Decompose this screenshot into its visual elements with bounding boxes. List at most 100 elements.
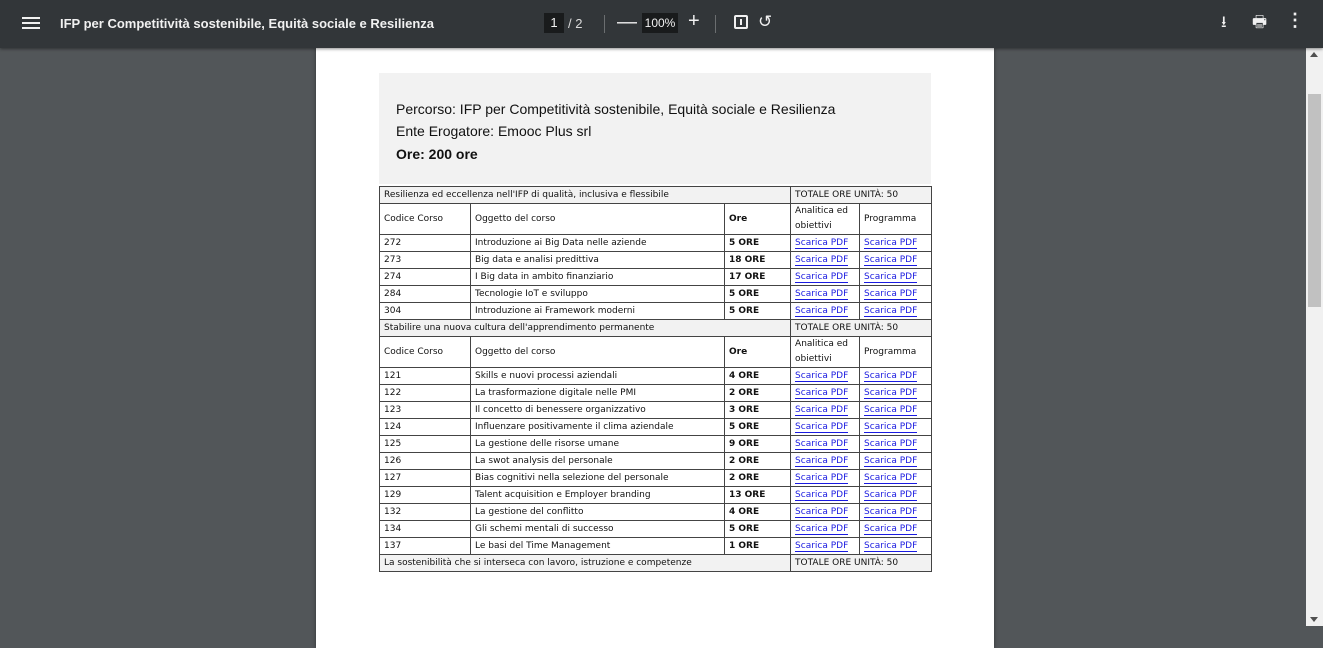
download-analytics-pdf-link[interactable]: Scarica PDF	[795, 507, 849, 518]
analytics-cell: Scarica PDF	[790, 469, 861, 487]
table-row: 127 Bias cognitivi nella selezione del pe…	[379, 469, 933, 487]
program-cell: Scarica PDF	[859, 503, 933, 521]
download-program-pdf-link[interactable]: Scarica PDF	[864, 490, 918, 501]
download-analytics-pdf-link[interactable]: Scarica PDF	[795, 371, 849, 382]
course-hours: 5 ORE	[723, 520, 792, 538]
download-analytics-pdf-link[interactable]: Scarica PDF	[795, 272, 849, 283]
course-code: 129	[379, 486, 471, 504]
course-hours: 5 ORE	[723, 418, 792, 436]
program-cell: Scarica PDF	[859, 251, 933, 269]
download-program-pdf-link[interactable]: Scarica PDF	[864, 456, 918, 467]
col-header-program: Programma	[859, 203, 933, 235]
download-program-pdf-link[interactable]: Scarica PDF	[864, 405, 918, 416]
course-table: Resilienza ed eccellenza nell'IFP di qua…	[378, 186, 933, 572]
course-subject: Tecnologie IoT e sviluppo	[470, 285, 725, 303]
program-cell: Scarica PDF	[859, 452, 933, 470]
download-program-pdf-link[interactable]: Scarica PDF	[864, 541, 918, 552]
download-program-pdf-link[interactable]: Scarica PDF	[864, 272, 918, 283]
course-subject: Talent acquisition e Employer branding	[470, 486, 725, 504]
col-header-program: Programma	[859, 336, 933, 368]
menu-icon[interactable]	[22, 14, 40, 34]
download-program-pdf-link[interactable]: Scarica PDF	[864, 422, 918, 433]
download-program-pdf-link[interactable]: Scarica PDF	[864, 306, 918, 317]
col-header-code: Codice Corso	[379, 203, 471, 235]
analytics-cell: Scarica PDF	[790, 503, 861, 521]
download-program-pdf-link[interactable]: Scarica PDF	[864, 371, 918, 382]
download-analytics-pdf-link[interactable]: Scarica PDF	[795, 289, 849, 300]
scroll-down-arrow-icon[interactable]	[1310, 617, 1318, 622]
print-icon[interactable]: 🖶	[1252, 11, 1267, 38]
course-code: 304	[379, 302, 471, 320]
download-analytics-pdf-link[interactable]: Scarica PDF	[795, 422, 849, 433]
course-hours: 4 ORE	[723, 367, 792, 385]
download-analytics-pdf-link[interactable]: Scarica PDF	[795, 439, 849, 450]
course-subject: La trasformazione digitale nelle PMI	[470, 384, 725, 402]
program-cell: Scarica PDF	[859, 520, 933, 538]
program-cell: Scarica PDF	[859, 234, 933, 252]
table-row: 304 Introduzione ai Framework moderni 5 OR…	[379, 302, 933, 320]
download-analytics-pdf-link[interactable]: Scarica PDF	[795, 456, 849, 467]
course-path-title: Percorso: IFP per Competitività sostenib…	[396, 101, 836, 117]
download-analytics-pdf-link[interactable]: Scarica PDF	[795, 388, 849, 399]
download-program-pdf-link[interactable]: Scarica PDF	[864, 289, 918, 300]
analytics-cell: Scarica PDF	[790, 285, 861, 303]
download-analytics-pdf-link[interactable]: Scarica PDF	[795, 473, 849, 484]
fit-page-icon[interactable]	[734, 15, 748, 29]
more-options-icon[interactable]: ⋮	[1286, 10, 1304, 31]
course-subject: Introduzione ai Big Data nelle aziende	[470, 234, 725, 252]
course-hours: 5 ORE	[723, 285, 792, 303]
col-header-hours: Ore	[723, 203, 792, 235]
pdf-toolbar: IFP per Competitività sostenibile, Equit…	[0, 0, 1323, 48]
download-program-pdf-link[interactable]: Scarica PDF	[864, 507, 918, 518]
download-program-pdf-link[interactable]: Scarica PDF	[864, 388, 918, 399]
program-cell: Scarica PDF	[859, 435, 933, 453]
vertical-scrollbar[interactable]	[1306, 48, 1323, 626]
course-hours: 4 ORE	[723, 503, 792, 521]
download-program-pdf-link[interactable]: Scarica PDF	[864, 439, 918, 450]
section-row: Resilienza ed eccellenza nell'IFP di qua…	[378, 186, 933, 204]
download-program-pdf-link[interactable]: Scarica PDF	[864, 473, 918, 484]
analytics-cell: Scarica PDF	[790, 486, 861, 504]
course-subject: Skills e nuovi processi aziendali	[470, 367, 725, 385]
column-header-row: Codice Corso Oggetto del corso Ore Analitic…	[379, 336, 933, 368]
analytics-cell: Scarica PDF	[790, 384, 861, 402]
program-cell: Scarica PDF	[859, 285, 933, 303]
table-row: 122 La trasformazione digitale nelle PMI 2…	[379, 384, 933, 402]
course-subject: La gestione delle risorse umane	[470, 435, 725, 453]
rotate-icon[interactable]: ↺	[758, 12, 772, 32]
download-analytics-pdf-link[interactable]: Scarica PDF	[795, 490, 849, 501]
download-analytics-pdf-link[interactable]: Scarica PDF	[795, 238, 849, 249]
course-subject: Introduzione ai Framework moderni	[470, 302, 725, 320]
course-hours: 5 ORE	[723, 234, 792, 252]
course-code: 272	[379, 234, 471, 252]
download-program-pdf-link[interactable]: Scarica PDF	[864, 238, 918, 249]
course-code: 126	[379, 452, 471, 470]
course-hours: 13 ORE	[723, 486, 792, 504]
section-title: Stabilire una nuova cultura dell'apprend…	[378, 319, 792, 337]
course-hours: 3 ORE	[723, 401, 792, 419]
download-analytics-pdf-link[interactable]: Scarica PDF	[795, 306, 849, 317]
zoom-level-input[interactable]: 100%	[642, 13, 678, 33]
program-cell: Scarica PDF	[859, 302, 933, 320]
download-icon[interactable]: ⭳	[1221, 11, 1227, 38]
scrollbar-thumb[interactable]	[1308, 94, 1321, 307]
table-row: 272 Introduzione ai Big Data nelle aziend…	[379, 234, 933, 252]
download-analytics-pdf-link[interactable]: Scarica PDF	[795, 524, 849, 535]
download-analytics-pdf-link[interactable]: Scarica PDF	[795, 541, 849, 552]
col-header-subject: Oggetto del corso	[470, 203, 725, 235]
download-analytics-pdf-link[interactable]: Scarica PDF	[795, 255, 849, 266]
course-hours: 17 ORE	[723, 268, 792, 286]
download-program-pdf-link[interactable]: Scarica PDF	[864, 255, 918, 266]
course-code: 124	[379, 418, 471, 436]
course-hours: 2 ORE	[723, 469, 792, 487]
zoom-out-button[interactable]: —	[617, 10, 637, 34]
pdf-page: Percorso: IFP per Competitività sostenib…	[316, 48, 994, 648]
download-program-pdf-link[interactable]: Scarica PDF	[864, 524, 918, 535]
download-analytics-pdf-link[interactable]: Scarica PDF	[795, 405, 849, 416]
table-row: 121 Skills e nuovi processi aziendali 4 OR…	[379, 367, 933, 385]
scroll-up-arrow-icon[interactable]	[1310, 52, 1318, 57]
page-number-input[interactable]: 1	[544, 13, 564, 33]
course-header: Percorso: IFP per Competitività sostenib…	[379, 73, 931, 184]
course-code: 122	[379, 384, 471, 402]
zoom-in-button[interactable]: +	[688, 9, 700, 33]
